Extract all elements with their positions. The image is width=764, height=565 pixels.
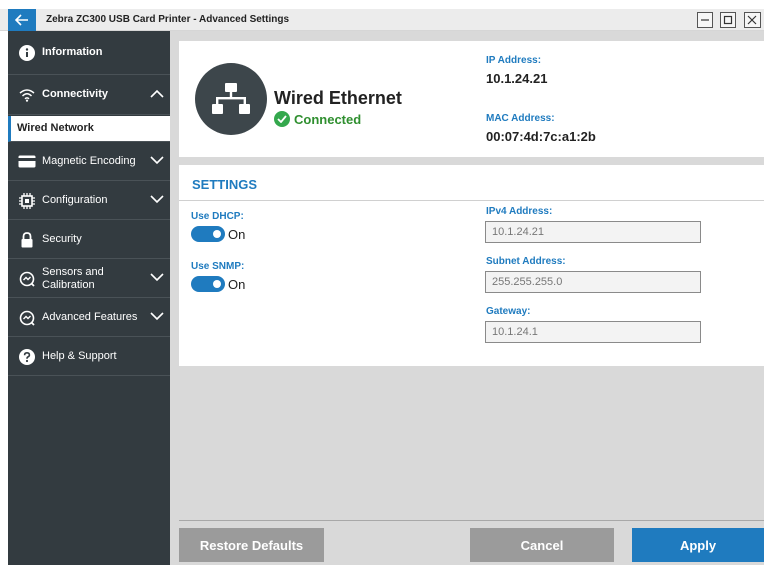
close-icon xyxy=(747,15,757,25)
network-icon xyxy=(195,63,267,135)
chevron-up-icon xyxy=(150,89,164,101)
subnet-address-field[interactable] xyxy=(485,271,701,293)
check-circle-icon xyxy=(274,111,290,127)
ipv4-address-field[interactable] xyxy=(485,221,701,243)
connection-status-text: Connected xyxy=(294,111,362,127)
connection-status-panel: Wired Ethernet Connected IP Address: 10.… xyxy=(179,41,764,157)
arrow-left-icon xyxy=(15,14,28,26)
main-content: Wired Ethernet Connected IP Address: 10.… xyxy=(170,31,764,565)
mac-address-label: MAC Address: xyxy=(486,113,555,124)
sidebar: Information Connectivity Wired Network M… xyxy=(8,31,170,565)
footer-divider xyxy=(179,520,764,521)
sidebar-item-label: Advanced Features xyxy=(42,311,138,323)
ip-address-label: IP Address: xyxy=(486,55,542,66)
connection-status: Connected xyxy=(274,111,361,127)
gateway-label: Gateway: xyxy=(486,306,531,317)
subnet-address-label: Subnet Address: xyxy=(486,256,566,267)
back-button[interactable] xyxy=(8,9,36,31)
lock-icon xyxy=(18,231,36,249)
chevron-down-icon xyxy=(150,194,164,207)
sidebar-item-sensors-calibration[interactable]: Sensors and Calibration xyxy=(8,260,170,298)
dhcp-state: On xyxy=(228,227,246,242)
sidebar-item-label: Configuration xyxy=(42,194,108,206)
connection-title: Wired Ethernet xyxy=(274,88,402,108)
sidebar-item-label: Sensors and Calibration xyxy=(42,266,104,292)
sidebar-item-label-line1: Sensors and xyxy=(42,265,104,278)
window-title: Zebra ZC300 USB Card Printer - Advanced … xyxy=(46,14,290,25)
sidebar-item-help-support[interactable]: Help & Support xyxy=(8,338,170,376)
restore-defaults-button[interactable]: Restore Defaults xyxy=(179,528,324,562)
gateway-field[interactable] xyxy=(485,321,701,343)
ipv4-address-label: IPv4 Address: xyxy=(486,206,553,217)
snmp-state: On xyxy=(228,277,246,292)
settings-title: SETTINGS xyxy=(192,177,258,192)
gauge-icon xyxy=(18,270,36,288)
sidebar-item-label-line2: Calibration xyxy=(42,278,95,291)
sidebar-item-magnetic-encoding[interactable]: Magnetic Encoding xyxy=(8,143,170,181)
sidebar-item-label: Connectivity xyxy=(42,88,109,100)
title-bar: Zebra ZC300 USB Card Printer - Advanced … xyxy=(0,9,764,31)
sidebar-item-information[interactable]: Information xyxy=(8,31,170,75)
cancel-button[interactable]: Cancel xyxy=(470,528,614,562)
maximize-button[interactable] xyxy=(720,12,736,28)
chevron-down-icon xyxy=(150,311,164,324)
chip-icon xyxy=(18,192,36,210)
sidebar-item-label: Information xyxy=(42,46,103,58)
info-icon xyxy=(18,44,36,62)
sidebar-item-wired-network[interactable]: Wired Network xyxy=(8,116,170,142)
sidebar-item-label: Help & Support xyxy=(42,350,117,362)
sidebar-item-connectivity[interactable]: Connectivity xyxy=(8,75,170,115)
snmp-toggle[interactable] xyxy=(191,276,225,292)
minimize-button[interactable] xyxy=(697,12,713,28)
gauge-icon xyxy=(18,309,36,327)
settings-header: SETTINGS xyxy=(179,165,764,201)
minimize-icon xyxy=(701,19,709,21)
wifi-icon xyxy=(18,86,36,104)
toggle-knob xyxy=(213,230,221,238)
settings-panel: SETTINGS Use DHCP: On Use SNMP: On IPv4 … xyxy=(179,165,764,366)
sidebar-item-configuration[interactable]: Configuration xyxy=(8,182,170,220)
snmp-label: Use SNMP: xyxy=(191,261,245,272)
card-icon xyxy=(18,153,36,171)
close-button[interactable] xyxy=(744,12,761,28)
maximize-icon xyxy=(723,15,733,25)
help-icon xyxy=(18,348,36,366)
apply-button[interactable]: Apply xyxy=(632,528,764,562)
ip-address-value: 10.1.24.21 xyxy=(486,71,548,86)
sidebar-item-label: Security xyxy=(42,233,82,245)
dhcp-label: Use DHCP: xyxy=(191,211,244,222)
sidebar-item-label: Magnetic Encoding xyxy=(42,155,136,167)
chevron-down-icon xyxy=(150,272,164,285)
dhcp-toggle[interactable] xyxy=(191,226,225,242)
sidebar-item-label: Wired Network xyxy=(17,122,94,134)
chevron-down-icon xyxy=(150,155,164,168)
toggle-knob xyxy=(213,280,221,288)
mac-address-value: 00:07:4d:7c:a1:2b xyxy=(486,129,596,144)
sidebar-item-advanced-features[interactable]: Advanced Features xyxy=(8,299,170,337)
sidebar-item-security[interactable]: Security xyxy=(8,221,170,259)
